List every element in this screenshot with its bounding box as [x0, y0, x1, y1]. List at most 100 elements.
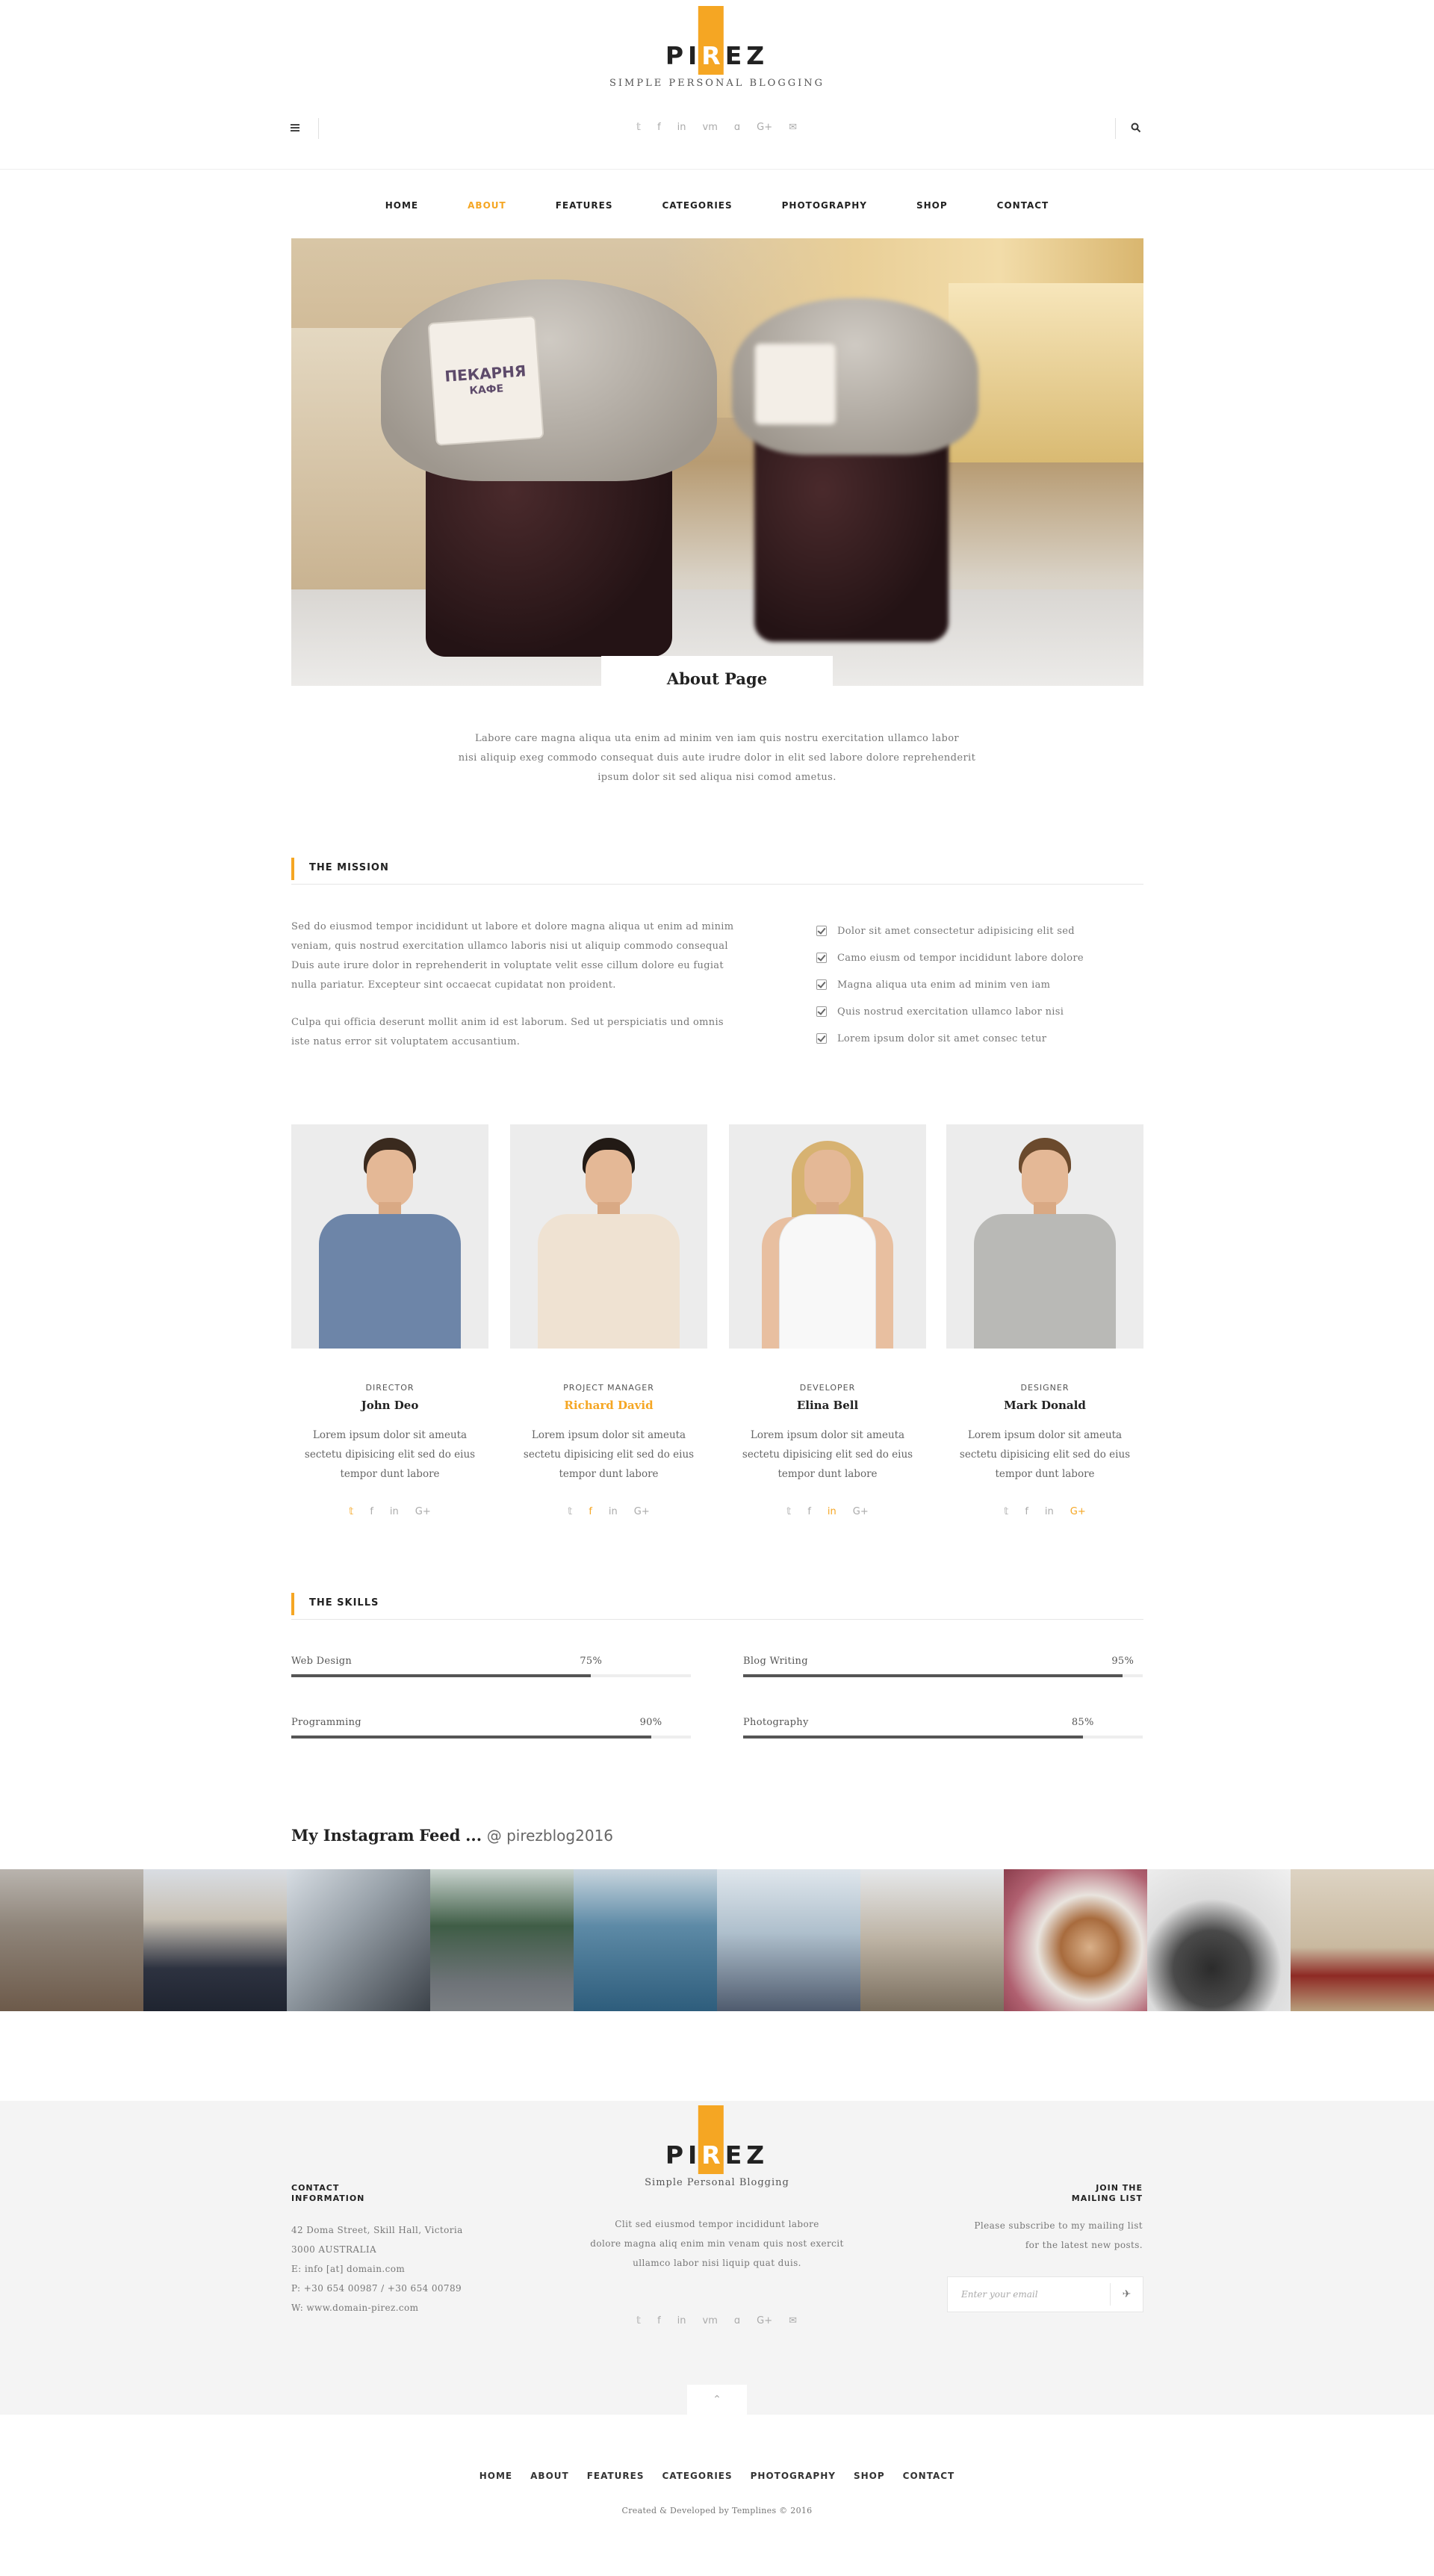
logo-text-highlight: R	[698, 6, 725, 75]
person-shirt	[538, 1214, 680, 1349]
insta-woman-sweater[interactable]	[574, 1869, 717, 2011]
skills-title-text: THE SKILLS	[309, 1597, 379, 1609]
twitter-icon[interactable]: 𝕥	[636, 2315, 641, 2326]
team-member-social: 𝕥 f in G+	[291, 1506, 488, 1517]
skill-item: Programming 90%	[291, 1717, 691, 1739]
nav-item-features[interactable]: FEATURES	[587, 2471, 645, 2481]
nav-item-about[interactable]: ABOUT	[530, 2471, 569, 2481]
bio-line: sectetu dipisicing elit sed do eius	[742, 1449, 913, 1461]
insta-stone-stack[interactable]	[860, 1869, 1004, 2011]
mission-p1-line: veniam, quis nostrud exercitation ullamc…	[291, 941, 728, 952]
twitter-icon[interactable]: 𝕥	[568, 1506, 572, 1517]
team-member-name[interactable]: John Deo	[291, 1399, 488, 1412]
nav-item-contact[interactable]: CONTACT	[997, 200, 1049, 211]
mail-icon[interactable]: ✉	[789, 2315, 797, 2326]
linkedin-icon[interactable]: in	[677, 2315, 686, 2326]
hamburger-menu-button[interactable]	[291, 122, 305, 134]
header-divider	[0, 169, 1434, 170]
nav-item-shop[interactable]: SHOP	[854, 2471, 885, 2481]
nav-item-features[interactable]: FEATURES	[556, 200, 613, 211]
footer-mailing-column: JOIN THE MAILING LIST Please subscribe t…	[919, 2183, 1143, 2255]
footer-contact-column: CONTACT INFORMATION 42 Doma Street, Skil…	[291, 2183, 515, 2318]
instagram-title-bold: My Instagram	[291, 1826, 415, 1845]
team-member-name[interactable]: Elina Bell	[729, 1399, 926, 1412]
insta-pebbles-boots[interactable]	[0, 1869, 143, 2011]
rss-icon[interactable]: ɑ	[734, 2315, 740, 2326]
nav-item-shop[interactable]: SHOP	[916, 200, 948, 211]
skill-item: Web Design 75%	[291, 1656, 691, 1677]
team-member-bio: Lorem ipsum dolor sit ameuta sectetu dipi…	[291, 1425, 488, 1484]
rss-icon[interactable]: ɑ	[734, 122, 740, 133]
mission-p1-line: nulla pariatur. Excepteur sint occaecat …	[291, 979, 616, 991]
mail-icon[interactable]: ✉	[789, 122, 797, 133]
facebook-icon[interactable]: f	[589, 1506, 592, 1517]
linkedin-icon[interactable]: in	[677, 122, 686, 133]
facebook-icon[interactable]: f	[1025, 1506, 1028, 1517]
mission-p1-line: Sed do eiusmod tempor incididunt ut labo…	[291, 921, 734, 932]
bio-line: Lorem ipsum dolor sit ameuta	[531, 1429, 686, 1441]
google-plus-icon[interactable]: G+	[757, 2315, 772, 2326]
checklist-item: Lorem ipsum dolor sit amet consec tetur	[816, 1025, 1145, 1052]
checkbox-icon	[816, 1033, 827, 1044]
search-button[interactable]	[1131, 122, 1143, 134]
skill-item: Blog Writing 95%	[743, 1656, 1143, 1677]
nav-item-photography[interactable]: PHOTOGRAPHY	[751, 2471, 836, 2481]
instagram-handle[interactable]: @ pirezblog2016	[487, 1827, 613, 1845]
back-to-top-button[interactable]: ⌃	[687, 2385, 747, 2415]
vimeo-icon[interactable]: vm	[703, 2315, 718, 2326]
insta-forest-road[interactable]	[430, 1869, 574, 2011]
linkedin-icon[interactable]: in	[390, 1506, 399, 1517]
google-plus-icon[interactable]: G+	[1070, 1506, 1086, 1517]
nav-item-home[interactable]: HOME	[479, 2471, 512, 2481]
email-field[interactable]: Enter your email ✈	[947, 2276, 1143, 2312]
google-plus-icon[interactable]: G+	[415, 1506, 431, 1517]
facebook-icon[interactable]: f	[807, 1506, 811, 1517]
checklist-item-text: Quis nostrud exercitation ullamco labor …	[837, 1006, 1064, 1018]
insta-winter-hat[interactable]	[143, 1869, 287, 2011]
google-plus-icon[interactable]: G+	[853, 1506, 869, 1517]
nav-item-photography[interactable]: PHOTOGRAPHY	[782, 200, 867, 211]
twitter-icon[interactable]: 𝕥	[1004, 1506, 1008, 1517]
twitter-icon[interactable]: 𝕥	[786, 1506, 791, 1517]
facebook-icon[interactable]: f	[657, 122, 661, 133]
mission-p1-line: Duis aute irure dolor in reprehenderit i…	[291, 960, 724, 971]
hamburger-icon	[291, 124, 299, 131]
insta-tricycle[interactable]	[1291, 1869, 1434, 2011]
insta-coffee[interactable]	[1004, 1869, 1147, 2011]
hero-image-jam-jars: ПЕКАРНЯ КАФЕ	[291, 238, 1143, 686]
linkedin-icon[interactable]: in	[609, 1506, 618, 1517]
nav-item-about[interactable]: ABOUT	[468, 200, 506, 211]
insta-turntable[interactable]	[1147, 1869, 1291, 2011]
mission-title-text: THE MISSION	[309, 862, 389, 873]
skill-progress-track	[291, 1736, 691, 1739]
site-logo[interactable]: PI R EZ	[665, 6, 769, 75]
google-plus-icon[interactable]: G+	[634, 1506, 650, 1517]
subscribe-button[interactable]: ✈	[1110, 2283, 1143, 2306]
bio-line: tempor dunt labore	[777, 1468, 878, 1480]
bio-line: tempor dunt labore	[559, 1468, 659, 1480]
insta-skyscraper[interactable]	[287, 1869, 430, 2011]
vimeo-icon[interactable]: vm	[703, 122, 718, 133]
skill-progress-fill	[291, 1674, 592, 1677]
facebook-icon[interactable]: f	[657, 2315, 661, 2326]
facebook-icon[interactable]: f	[370, 1506, 373, 1517]
logo-text-pre: PI	[665, 41, 702, 70]
footer-logo[interactable]: PI R EZ	[665, 2105, 769, 2174]
team-member-name[interactable]: Mark Donald	[946, 1399, 1143, 1412]
team-member-photo	[291, 1124, 488, 1349]
contact-line: W: www.domain-pirez.com	[291, 2303, 419, 2313]
team-member-name[interactable]: Richard David	[510, 1399, 707, 1412]
nav-item-contact[interactable]: CONTACT	[903, 2471, 955, 2481]
insta-boy-sea[interactable]	[717, 1869, 860, 2011]
linkedin-icon[interactable]: in	[1045, 1506, 1054, 1517]
nav-item-categories[interactable]: CATEGORIES	[662, 200, 732, 211]
checklist-item-text: Magna aliqua uta enim ad minim ven iam	[837, 979, 1051, 991]
twitter-icon[interactable]: 𝕥	[349, 1506, 353, 1517]
google-plus-icon[interactable]: G+	[757, 122, 772, 133]
nav-item-home[interactable]: HOME	[385, 200, 418, 211]
person-head	[804, 1150, 851, 1208]
nav-item-categories[interactable]: CATEGORIES	[662, 2471, 732, 2481]
checklist-item-text: Camo eiusm od tempor incididunt labore d…	[837, 952, 1084, 964]
linkedin-icon[interactable]: in	[828, 1506, 836, 1517]
twitter-icon[interactable]: 𝕥	[636, 122, 641, 133]
